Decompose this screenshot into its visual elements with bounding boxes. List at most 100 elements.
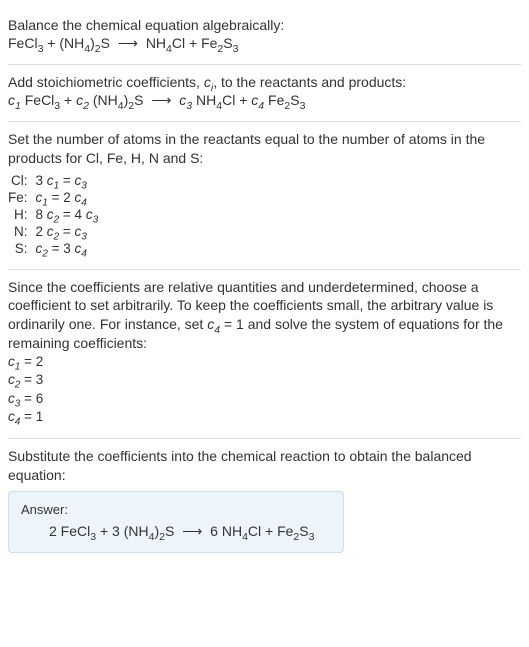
element-label: Cl: bbox=[8, 172, 36, 189]
text: c bbox=[8, 409, 15, 424]
text: = 6 bbox=[20, 391, 43, 406]
atom-balance-intro: Set the number of atoms in the reactants… bbox=[8, 130, 521, 168]
unbalanced-equation: FeCl3 + (NH4)2S ⟶ NH4Cl + Fe2S3 bbox=[8, 35, 521, 52]
section-problem: Balance the chemical equation algebraica… bbox=[8, 8, 521, 65]
solve-text: Since the coefficients are relative quan… bbox=[8, 278, 521, 354]
text: c bbox=[86, 207, 93, 222]
sub: 3 bbox=[300, 100, 306, 112]
section-answer: Substitute the coefficients into the che… bbox=[8, 439, 521, 565]
table-row: Fe: c1 = 2 c4 bbox=[8, 189, 104, 206]
coef: c1 bbox=[36, 190, 48, 205]
element-label: N: bbox=[8, 223, 36, 240]
text: 2 FeCl bbox=[49, 523, 90, 539]
text: NH bbox=[146, 35, 166, 51]
section-solve: Since the coefficients are relative quan… bbox=[8, 270, 521, 439]
text: c bbox=[204, 74, 211, 90]
table-row: Cl: 3 c1 = c3 bbox=[8, 172, 104, 189]
text: S bbox=[134, 92, 143, 108]
answer-label: Answer: bbox=[21, 502, 331, 517]
section-atom-balance: Set the number of atoms in the reactants… bbox=[8, 122, 521, 270]
text: c bbox=[8, 354, 15, 369]
text: c bbox=[47, 173, 54, 188]
text: = bbox=[59, 224, 74, 239]
coef: c2 bbox=[8, 372, 20, 387]
coef-line: c4 = 1 bbox=[8, 408, 521, 426]
reaction-arrow: ⟶ bbox=[114, 35, 142, 52]
table-row: N: 2 c2 = c3 bbox=[8, 223, 104, 240]
text: 2 bbox=[36, 224, 47, 239]
coef: c4 bbox=[75, 241, 87, 256]
c4-symbol: c4 bbox=[207, 316, 220, 332]
reaction-arrow: ⟶ bbox=[147, 92, 175, 109]
text: c bbox=[8, 391, 15, 406]
text: + 3 (NH bbox=[96, 523, 149, 539]
equation-cell: 3 c1 = c3 bbox=[36, 172, 105, 189]
table-row: S: c2 = 3 c4 bbox=[8, 240, 104, 257]
text: FeCl bbox=[8, 35, 38, 51]
text: = 2 bbox=[20, 354, 43, 369]
coefficient-equation: c1 FeCl3 + c2 (NH4)2S ⟶ c3 NH4Cl + c4 Fe… bbox=[8, 92, 521, 109]
coef: c4 bbox=[75, 190, 87, 205]
text: + bbox=[60, 92, 76, 108]
ci-symbol: ci bbox=[204, 74, 213, 90]
text: = 2 bbox=[48, 190, 75, 205]
equation-cell: 8 c2 = 4 c3 bbox=[36, 206, 105, 223]
element-label: S: bbox=[8, 240, 36, 257]
text: FeCl bbox=[21, 92, 54, 108]
text: S bbox=[165, 523, 174, 539]
element-label: Fe: bbox=[8, 189, 36, 206]
text: = 3 bbox=[20, 372, 43, 387]
sub: 3 bbox=[309, 531, 315, 543]
equation-cell: c2 = 3 c4 bbox=[36, 240, 105, 257]
c4: c4 bbox=[251, 92, 264, 108]
text: 3 bbox=[36, 173, 47, 188]
text: c bbox=[47, 207, 54, 222]
coef: c3 bbox=[86, 207, 98, 222]
text: S bbox=[223, 35, 232, 51]
text: = 4 bbox=[59, 207, 86, 222]
answer-intro: Substitute the coefficients into the che… bbox=[8, 447, 521, 485]
sub: 4 bbox=[81, 248, 87, 259]
text: = bbox=[59, 173, 74, 188]
text: Cl + bbox=[222, 92, 251, 108]
sub: 3 bbox=[93, 214, 99, 225]
c1: c1 bbox=[8, 92, 21, 108]
text: Fe bbox=[264, 92, 284, 108]
add-coeff-text: Add stoichiometric coefficients, ci, to … bbox=[8, 73, 521, 92]
problem-statement: Balance the chemical equation algebraica… bbox=[8, 16, 521, 35]
coef: c3 bbox=[8, 391, 20, 406]
text: S bbox=[290, 92, 299, 108]
section-add-coefficients: Add stoichiometric coefficients, ci, to … bbox=[8, 65, 521, 122]
text: S bbox=[101, 35, 110, 51]
coef-line: c2 = 3 bbox=[8, 371, 521, 389]
text: 8 bbox=[36, 207, 47, 222]
answer-box: Answer: 2 FeCl3 + 3 (NH4)2S ⟶ 6 NH4Cl + … bbox=[8, 491, 344, 553]
text: S bbox=[299, 523, 308, 539]
text: = 1 bbox=[20, 409, 43, 424]
coef: c2 bbox=[36, 241, 48, 256]
text: 6 NH bbox=[210, 523, 242, 539]
table-row: H: 8 c2 = 4 c3 bbox=[8, 206, 104, 223]
coef-line: c3 = 6 bbox=[8, 390, 521, 408]
coef: c3 bbox=[75, 224, 87, 239]
text: Cl + Fe bbox=[172, 35, 218, 51]
text: Add stoichiometric coefficients, bbox=[8, 74, 204, 90]
reaction-arrow: ⟶ bbox=[178, 523, 206, 540]
coef: c2 bbox=[47, 207, 59, 222]
text: Cl + Fe bbox=[248, 523, 294, 539]
text: = 3 bbox=[48, 241, 75, 256]
sub: 3 bbox=[233, 43, 239, 55]
equation-cell: c1 = 2 c4 bbox=[36, 189, 105, 206]
text: c bbox=[8, 372, 15, 387]
element-label: H: bbox=[8, 206, 36, 223]
balance-equations-table: Cl: 3 c1 = c3 Fe: c1 = 2 c4 H: 8 c2 = 4 … bbox=[8, 172, 104, 257]
text: c bbox=[47, 224, 54, 239]
coef: c1 bbox=[47, 173, 59, 188]
coef-line: c1 = 2 bbox=[8, 353, 521, 371]
coefficient-values: c1 = 2 c2 = 3 c3 = 6 c4 = 1 bbox=[8, 353, 521, 426]
coef: c3 bbox=[75, 173, 87, 188]
text: , to the reactants and products: bbox=[213, 74, 406, 90]
coef: c4 bbox=[8, 409, 20, 424]
c3: c3 bbox=[179, 92, 192, 108]
text: + (NH bbox=[43, 35, 84, 51]
